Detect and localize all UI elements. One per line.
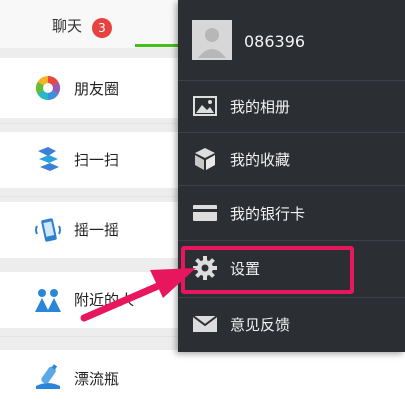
moments-icon — [35, 76, 61, 100]
dropdown-menu: 086396 我的相册 我的收藏 我的银行卡 设置 意见反馈 — [178, 0, 405, 352]
avatar — [192, 20, 232, 60]
discover-item-label: 漂流瓶 — [74, 370, 120, 388]
menu-item-bank-card[interactable]: 我的银行卡 — [178, 186, 405, 239]
discover-item-label: 扫一扫 — [74, 151, 120, 169]
settings-highlight-box — [181, 246, 354, 294]
favorites-icon — [195, 148, 215, 170]
menu-item-label: 我的收藏 — [230, 151, 291, 169]
discover-item-label: 附近的人 — [74, 291, 135, 309]
discover-item-drift-bottle[interactable]: 漂流瓶 — [0, 350, 405, 408]
feedback-icon — [192, 315, 218, 332]
menu-item-favorites[interactable]: 我的收藏 — [178, 133, 405, 185]
menu-item-feedback[interactable]: 意见反馈 — [178, 298, 405, 352]
discover-item-label: 摇一摇 — [74, 221, 120, 239]
menu-item-label: 我的相册 — [230, 98, 291, 116]
unread-badge: 3 — [92, 18, 112, 38]
profile-name: 086396 — [244, 32, 306, 51]
drift-bottle-icon — [36, 364, 60, 389]
scan-icon — [38, 147, 59, 171]
bank-card-icon — [193, 205, 217, 221]
menu-item-label: 意见反馈 — [230, 316, 291, 334]
menu-item-album[interactable]: 我的相册 — [178, 81, 405, 132]
shake-icon — [35, 218, 61, 242]
people-nearby-icon — [35, 289, 61, 312]
menu-item-label: 我的银行卡 — [230, 205, 306, 223]
discover-item-label: 朋友圈 — [74, 80, 120, 98]
wechat-screen: 聊天 3 朋友圈 扫一扫 摇一摇 附近的人 漂流瓶 086396 我的相册 我的… — [0, 0, 405, 408]
tab-chat[interactable]: 聊天 — [52, 15, 82, 36]
profile-entry[interactable]: 086396 — [178, 0, 405, 82]
album-icon — [193, 96, 217, 116]
default-avatar-icon — [198, 28, 226, 58]
